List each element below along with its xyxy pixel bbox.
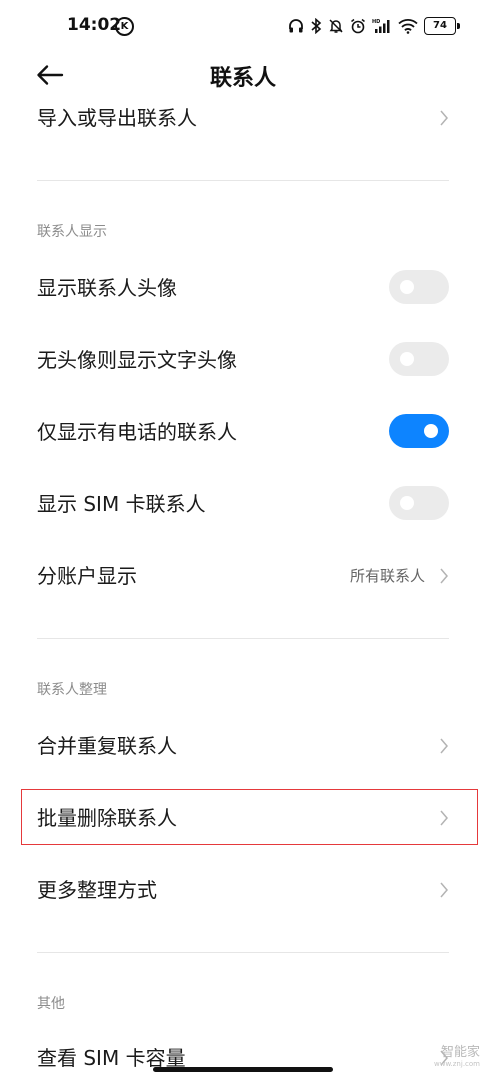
toggle-show-avatar[interactable] — [389, 270, 449, 304]
bluetooth-icon — [310, 18, 322, 34]
status-time: 14:02 — [67, 15, 122, 35]
list-item-merge-duplicates[interactable]: 合并重复联系人 — [0, 710, 486, 782]
divider — [37, 638, 449, 639]
toggle-knob — [424, 424, 438, 438]
toggle-knob — [400, 352, 414, 366]
toggle-knob — [400, 496, 414, 510]
toggle-knob — [400, 280, 414, 294]
list-item-label: 导入或导出联系人 — [37, 106, 197, 130]
list-item-label: 更多整理方式 — [37, 878, 157, 902]
list-item-phone-only[interactable]: 仅显示有电话的联系人 — [0, 396, 486, 468]
k-badge-icon: K — [115, 17, 134, 36]
watermark: 智能家 www.znj.com — [428, 1046, 480, 1069]
settings-list[interactable]: 导入或导出联系人 联系人显示 显示联系人头像 无头像则显示文字头像 仅显示有电话… — [0, 100, 486, 1080]
toggle-text-avatar[interactable] — [389, 342, 449, 376]
page-title: 联系人 — [209, 66, 276, 91]
chevron-right-icon — [440, 882, 448, 898]
status-bar: 14:02 K HD 74 — [0, 0, 486, 52]
signal-icon: HD — [372, 18, 392, 34]
list-item-label: 仅显示有电话的联系人 — [37, 420, 237, 444]
account-display-value: 所有联系人 — [349, 567, 425, 585]
headphones-icon — [288, 18, 304, 34]
section-header-display: 联系人显示 — [37, 224, 107, 240]
chevron-right-icon — [440, 738, 448, 754]
watermark-sub: www.znj.com — [434, 1060, 480, 1068]
list-item-label: 合并重复联系人 — [37, 734, 177, 758]
svg-text:HD: HD — [372, 19, 380, 25]
section-header-other: 其他 — [37, 996, 65, 1012]
gesture-bar[interactable] — [153, 1067, 333, 1072]
list-item-text-avatar[interactable]: 无头像则显示文字头像 — [0, 324, 486, 396]
wifi-icon — [398, 18, 418, 34]
list-item-label: 无头像则显示文字头像 — [37, 348, 237, 372]
list-item-label: 分账户显示 — [37, 564, 137, 588]
list-item-import-export[interactable]: 导入或导出联系人 — [0, 100, 486, 154]
list-item-sim-contacts[interactable]: 显示 SIM 卡联系人 — [0, 468, 486, 540]
toggle-sim-contacts[interactable] — [389, 486, 449, 520]
toggle-phone-only[interactable] — [389, 414, 449, 448]
list-item-label: 显示联系人头像 — [37, 276, 177, 300]
list-item-more-organize[interactable]: 更多整理方式 — [0, 854, 486, 926]
chevron-right-icon — [440, 110, 448, 126]
list-item-account-display[interactable]: 分账户显示 所有联系人 — [0, 540, 486, 612]
list-item-show-avatar[interactable]: 显示联系人头像 — [0, 252, 486, 324]
divider — [37, 180, 449, 181]
status-icons: HD 74 — [288, 15, 460, 37]
list-item-label: 显示 SIM 卡联系人 — [37, 492, 206, 516]
mute-icon — [328, 18, 344, 34]
highlight-box — [21, 789, 478, 845]
alarm-icon — [350, 18, 366, 34]
battery-icon: 74 — [424, 17, 460, 35]
chevron-right-icon — [440, 568, 448, 584]
section-header-organize: 联系人整理 — [37, 682, 107, 698]
divider — [37, 952, 449, 953]
title-bar: 联系人 — [0, 52, 486, 100]
watermark-main: 智能家 — [440, 1045, 480, 1060]
